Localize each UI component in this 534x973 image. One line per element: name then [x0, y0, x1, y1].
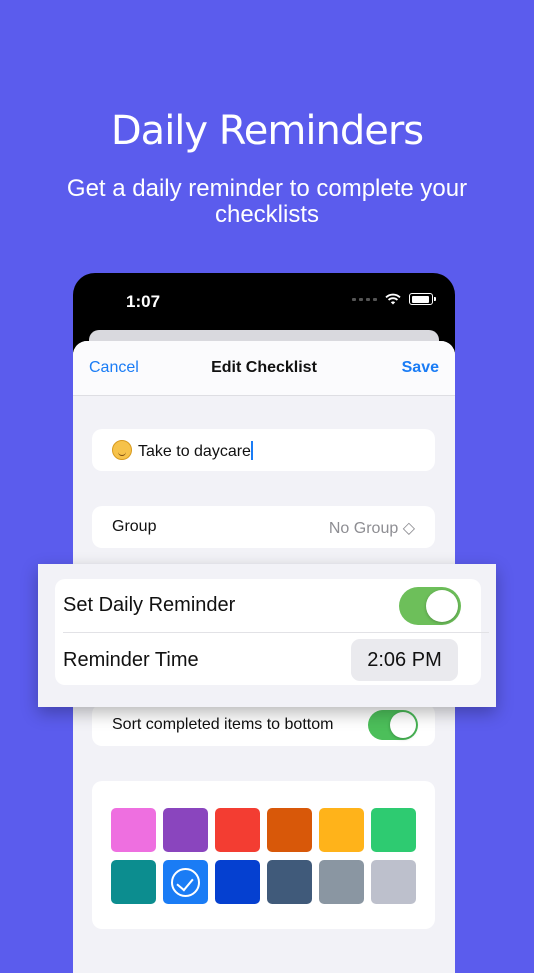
group-select[interactable]: No Group ◇ — [329, 518, 415, 538]
text-cursor — [250, 441, 253, 460]
toggle-knob — [390, 712, 416, 738]
sort-completed-label: Sort completed items to bottom — [112, 716, 334, 733]
navigation-bar: Cancel Edit Checklist Save — [73, 341, 455, 396]
battery-icon — [409, 293, 436, 305]
color-swatch[interactable] — [163, 860, 208, 904]
set-daily-reminder-label: Set Daily Reminder — [63, 594, 236, 616]
color-swatch[interactable] — [371, 860, 416, 904]
status-time: 1:07 — [126, 292, 161, 311]
reminder-callout: Set Daily Reminder Reminder Time 2:06 PM — [38, 564, 496, 707]
headline: Daily Reminders — [110, 108, 424, 154]
color-swatch[interactable] — [319, 808, 364, 852]
divider — [63, 632, 489, 633]
checklist-name-input[interactable]: Take to daycare — [138, 441, 253, 461]
color-swatch[interactable] — [267, 860, 312, 904]
nav-title: Edit Checklist — [211, 359, 317, 376]
group-row[interactable]: Group No Group ◇ — [92, 506, 435, 548]
group-label: Group — [112, 518, 157, 535]
wifi-icon — [385, 293, 401, 305]
checkmark-icon — [176, 873, 194, 892]
toggle-knob — [426, 590, 458, 622]
cellular-signal-icon — [352, 297, 377, 301]
color-picker — [92, 781, 435, 929]
color-swatch[interactable] — [319, 860, 364, 904]
color-swatch[interactable] — [371, 808, 416, 852]
color-swatch[interactable] — [215, 860, 260, 904]
color-swatch[interactable] — [111, 808, 156, 852]
reminder-time-label: Reminder Time — [63, 649, 199, 671]
checklist-name-field[interactable]: Take to daycare — [92, 429, 435, 471]
status-icons — [352, 293, 436, 305]
color-swatch[interactable] — [111, 860, 156, 904]
color-swatch[interactable] — [267, 808, 312, 852]
save-button[interactable]: Save — [402, 359, 439, 377]
sort-completed-toggle[interactable] — [368, 710, 418, 740]
subhead: Get a daily reminder to complete your ch… — [66, 175, 468, 228]
reminder-time-picker[interactable]: 2:06 PM — [351, 639, 458, 681]
sort-completed-row: Sort completed items to bottom — [92, 704, 435, 746]
color-swatch[interactable] — [215, 808, 260, 852]
baby-face-icon — [112, 440, 132, 460]
daily-reminder-toggle[interactable] — [399, 587, 461, 625]
color-swatch[interactable] — [163, 808, 208, 852]
